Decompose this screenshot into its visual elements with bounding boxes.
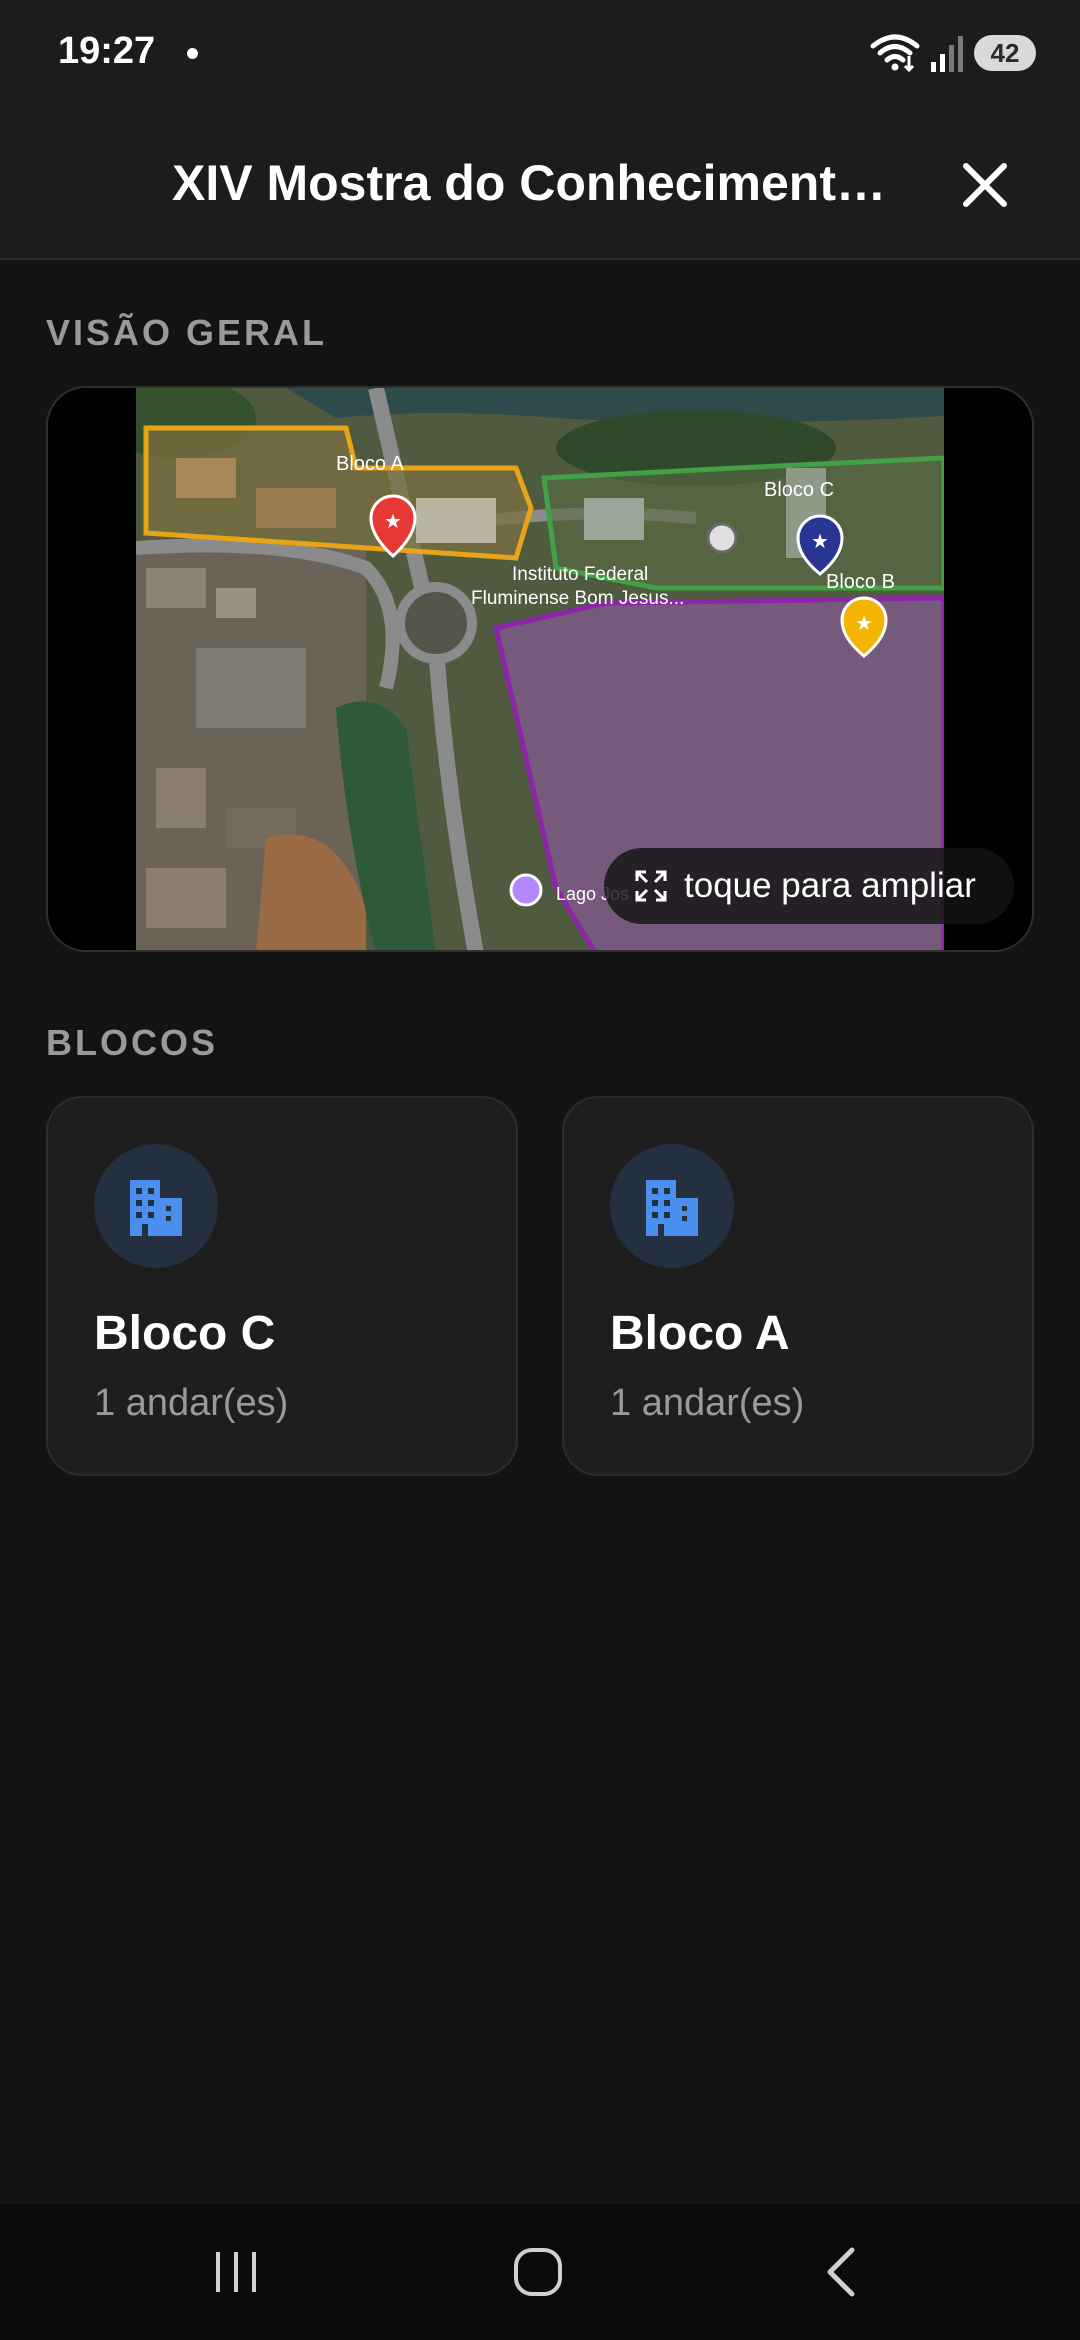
building-icon — [130, 1180, 182, 1236]
close-button[interactable] — [950, 150, 1020, 220]
block-floors: 1 andar(es) — [610, 1382, 805, 1424]
map-label-institute-1: Instituto Federal — [512, 564, 648, 585]
map-card[interactable]: ★ ★ ★ Bloco A Bloco C Bloco B Instituto … — [46, 386, 1034, 952]
page-title: XIV Mostra do Conhecimento ... — [172, 155, 912, 211]
back-icon — [827, 2247, 855, 2297]
block-card-bloco-c[interactable]: Bloco C 1 andar(es) — [46, 1096, 518, 1476]
expand-icon — [635, 870, 667, 902]
wifi-icon — [870, 34, 920, 72]
app-bar: XIV Mostra do Conhecimento ... — [0, 110, 1080, 260]
zoom-hint-button[interactable]: toque para ampliar — [604, 848, 1014, 924]
block-name: Bloco C — [94, 1307, 276, 1360]
status-bar: 19:27 42 — [0, 0, 1080, 110]
close-icon — [963, 163, 1007, 207]
recent-apps-icon — [216, 2252, 256, 2292]
svg-text:★: ★ — [384, 509, 402, 533]
recent-apps-button[interactable] — [186, 2232, 286, 2312]
cellular-signal-icon — [931, 36, 963, 72]
svg-text:★: ★ — [855, 611, 873, 635]
svg-text:★: ★ — [811, 529, 829, 553]
block-icon-badge — [94, 1144, 218, 1268]
block-card-bloco-a[interactable]: Bloco A 1 andar(es) — [562, 1096, 1034, 1476]
map-label-bloco-b: Bloco B — [826, 571, 895, 593]
home-icon — [514, 2248, 562, 2296]
map-label-bloco-a: Bloco A — [336, 453, 404, 475]
zoom-hint-label: toque para ampliar — [684, 866, 976, 905]
block-name: Bloco A — [610, 1307, 790, 1360]
overview-section-title: VISÃO GERAL — [46, 312, 328, 353]
building-icon — [646, 1180, 698, 1236]
map-label-institute-2: Fluminense Bom Jesus... — [471, 588, 684, 609]
battery-icon: 42 — [974, 35, 1036, 71]
block-icon-badge — [610, 1144, 734, 1268]
home-button[interactable] — [488, 2232, 588, 2312]
notification-dot-icon — [187, 48, 198, 59]
map-label-bloco-c: Bloco C — [764, 479, 834, 501]
status-time: 19:27 — [58, 30, 156, 72]
blocks-section-title: BLOCOS — [46, 1022, 219, 1063]
back-button[interactable] — [790, 2232, 890, 2312]
block-floors: 1 andar(es) — [94, 1382, 289, 1424]
system-nav-bar — [0, 2204, 1080, 2340]
